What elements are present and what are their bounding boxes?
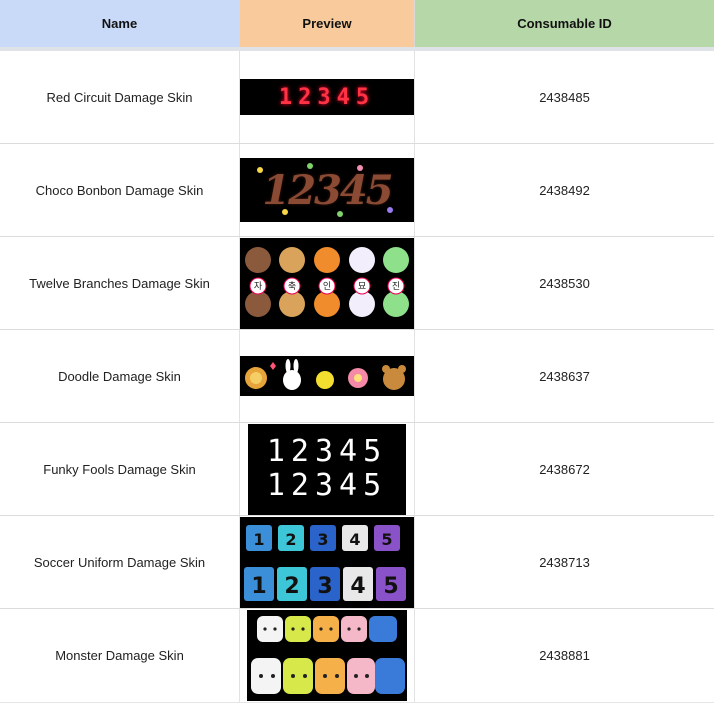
preview-digits: 12345 [278, 84, 376, 110]
table-row: Soccer Uniform Damage Skin 1 2 3 4 5 1 2… [0, 516, 714, 609]
preview-cell[interactable] [240, 609, 415, 702]
jersey-number: 3 [317, 530, 328, 549]
consumable-id-cell[interactable]: 2438881 [415, 609, 714, 702]
consumable-id-cell[interactable]: 2438713 [415, 516, 714, 608]
jersey-number: 5 [381, 530, 392, 549]
zodiac-glyph: 축 [288, 281, 296, 292]
skin-table: Name Preview Consumable ID Red Circuit D… [0, 0, 714, 703]
preview-cell[interactable]: 12345 [240, 51, 415, 143]
jersey-number: 3 [317, 574, 332, 599]
digits-line: 12345 [266, 468, 388, 503]
skin-name-cell[interactable]: Choco Bonbon Damage Skin [0, 144, 240, 236]
doodle-preview-image [240, 356, 414, 396]
preview-cell[interactable]: 12345 [240, 144, 415, 236]
header-preview[interactable]: Preview [240, 0, 415, 47]
jersey-number: 1 [251, 574, 266, 599]
table-row: Choco Bonbon Damage Skin 12345 2438492 [0, 144, 714, 237]
table-row: Funky Fools Damage Skin 12345 12345 2438… [0, 423, 714, 516]
monster-faces-icon [251, 616, 405, 694]
header-consumable-id[interactable]: Consumable ID [415, 0, 714, 47]
jersey-number: 4 [350, 574, 365, 599]
twelve-branches-preview-image: 자 축 인 묘 진 [240, 237, 414, 329]
consumable-id-cell[interactable]: 2438672 [415, 423, 714, 515]
preview-cell[interactable]: 자 축 인 묘 진 [240, 237, 415, 329]
zodiac-glyph: 묘 [358, 282, 366, 292]
consumable-id-cell[interactable]: 2438637 [415, 330, 714, 422]
consumable-id-cell[interactable]: 2438530 [415, 237, 714, 329]
skin-name-cell[interactable]: Red Circuit Damage Skin [0, 51, 240, 143]
preview-cell[interactable] [240, 330, 415, 422]
table-header: Name Preview Consumable ID [0, 0, 714, 47]
preview-cell[interactable]: 1 2 3 4 5 1 2 3 4 5 [240, 516, 415, 608]
skin-name-cell[interactable]: Monster Damage Skin [0, 609, 240, 702]
funky-fools-preview-image: 12345 12345 [248, 423, 406, 515]
doodle-animals-icon [245, 359, 406, 390]
digits-line: 12345 [266, 434, 388, 469]
jersey-number: 2 [284, 574, 299, 599]
monster-preview-image [247, 610, 407, 701]
skin-name-cell[interactable]: Funky Fools Damage Skin [0, 423, 240, 515]
skin-name-cell[interactable]: Doodle Damage Skin [0, 330, 240, 422]
zodiac-glyph: 진 [392, 281, 400, 292]
red-circuit-preview-image: 12345 [240, 79, 414, 115]
jersey-number: 2 [285, 530, 296, 549]
zodiac-glyph: 자 [254, 281, 263, 292]
consumable-id-cell[interactable]: 2438485 [415, 51, 714, 143]
jersey-number: 1 [253, 530, 264, 549]
jersey-number: 5 [383, 574, 398, 599]
table-row: Twelve Branches Damage Skin 자 축 인 묘 진 24… [0, 237, 714, 330]
header-name[interactable]: Name [0, 0, 240, 47]
jersey-number: 4 [349, 530, 360, 549]
preview-cell[interactable]: 12345 12345 [240, 423, 415, 515]
consumable-id-cell[interactable]: 2438492 [415, 144, 714, 236]
choco-bonbon-preview-image: 12345 [240, 158, 414, 222]
soccer-uniform-preview-image: 1 2 3 4 5 1 2 3 4 5 [240, 516, 414, 608]
table-row: Monster Damage Skin 2438881 [0, 609, 714, 703]
table-row: Red Circuit Damage Skin 12345 2438485 [0, 51, 714, 144]
skin-name-cell[interactable]: Soccer Uniform Damage Skin [0, 516, 240, 608]
zodiac-animals-icon: 자 축 인 묘 진 [245, 246, 409, 317]
sprinkles-icon [257, 163, 393, 217]
preview-digits: 12345 12345 [267, 435, 387, 503]
zodiac-glyph: 인 [323, 281, 331, 292]
skin-name-cell[interactable]: Twelve Branches Damage Skin [0, 237, 240, 329]
table-row: Doodle Damage Skin 2438637 [0, 330, 714, 423]
soccer-jerseys-icon: 1 2 3 4 5 1 2 3 4 5 [244, 524, 406, 601]
